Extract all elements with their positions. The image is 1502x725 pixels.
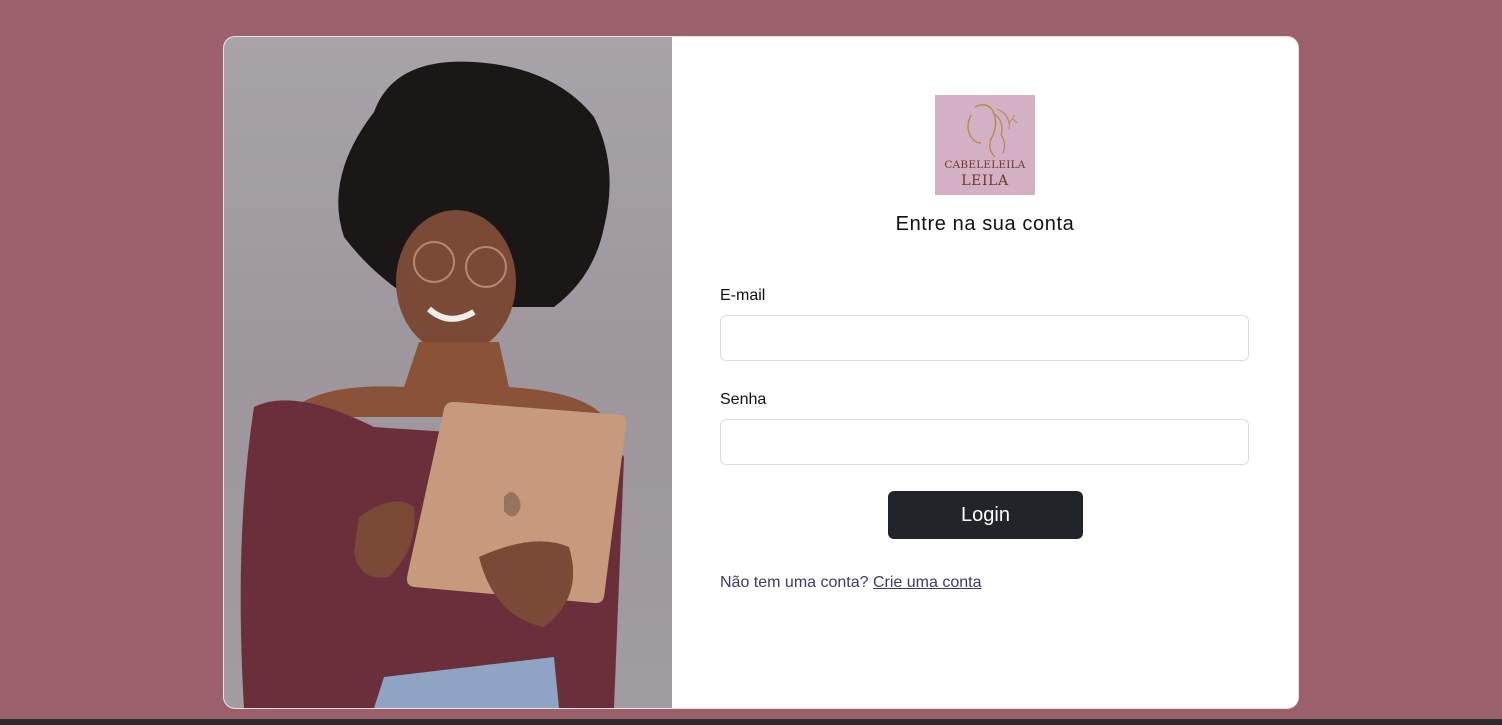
- logo-text-line1: CABELELEILA: [944, 159, 1026, 171]
- login-card: CABELELEILA LEILA Entre na sua conta E-m…: [223, 36, 1299, 709]
- hero-photo: [224, 37, 672, 708]
- login-button[interactable]: Login: [888, 491, 1083, 539]
- logo-text-line2: LEILA: [961, 173, 1009, 189]
- login-form-panel: CABELELEILA LEILA Entre na sua conta E-m…: [672, 37, 1298, 708]
- password-field[interactable]: [720, 419, 1249, 465]
- brand-logo: CABELELEILA LEILA: [935, 95, 1035, 195]
- email-field[interactable]: [720, 315, 1249, 361]
- os-taskbar: [0, 719, 1502, 725]
- woman-with-tablet-illustration: [240, 61, 627, 708]
- password-label: Senha: [720, 391, 767, 408]
- page-title: Entre na sua conta: [895, 213, 1075, 235]
- signup-prompt: Não tem uma conta? Crie uma conta: [720, 574, 981, 592]
- signup-prompt-text: Não tem uma conta?: [720, 574, 873, 591]
- create-account-link[interactable]: Crie uma conta: [873, 574, 982, 591]
- email-label: E-mail: [720, 287, 766, 304]
